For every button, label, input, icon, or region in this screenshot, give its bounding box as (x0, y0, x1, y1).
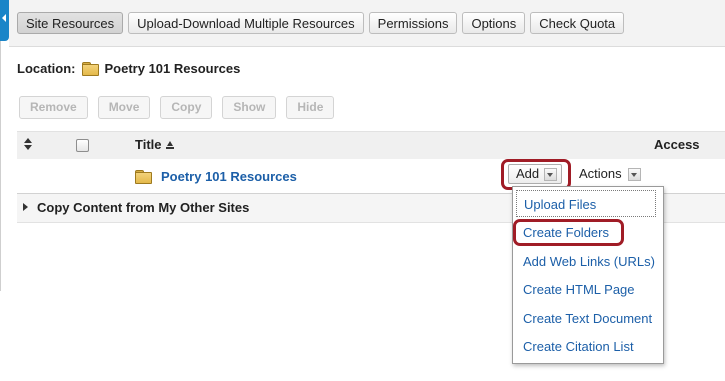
tab-options[interactable]: Options (462, 12, 526, 34)
menu-item-upload-files[interactable]: Upload Files (516, 190, 656, 217)
menu-item-create-html-page[interactable]: Create HTML Page (523, 282, 635, 297)
menu-item-create-citation-list[interactable]: Create Citation List (523, 339, 634, 354)
left-border (0, 41, 1, 291)
location-folder-name: Poetry 101 Resources (104, 61, 241, 76)
hide-button[interactable]: Hide (286, 96, 335, 119)
actions-label: Actions (579, 166, 622, 181)
tab-upload-download[interactable]: Upload-Download Multiple Resources (128, 12, 364, 34)
bulk-actions: Remove Move Copy Show Hide (19, 96, 335, 119)
collapse-sidebar-tab[interactable] (0, 0, 9, 41)
menu-item-create-text-document[interactable]: Create Text Document (523, 311, 652, 326)
expand-triangle-icon (23, 203, 28, 211)
location-breadcrumb: Location: Poetry 101 Resources (17, 61, 240, 76)
remove-button[interactable]: Remove (19, 96, 88, 119)
copy-button[interactable]: Copy (160, 96, 213, 119)
tab-check-quota[interactable]: Check Quota (530, 12, 625, 34)
create-folders-highlight (513, 219, 624, 246)
actions-button[interactable]: Actions (574, 164, 645, 184)
copy-content-label: Copy Content from My Other Sites (37, 200, 250, 215)
title-column-header[interactable]: Title (135, 137, 175, 152)
title-header-label: Title (135, 137, 162, 152)
move-button[interactable]: Move (97, 96, 151, 119)
menu-item-add-web-links[interactable]: Add Web Links (URLs) (523, 254, 655, 269)
folder-icon (135, 170, 152, 184)
folder-link[interactable]: Poetry 101 Resources (161, 169, 297, 184)
table-header: Title Access (17, 131, 725, 160)
select-all-checkbox[interactable] (76, 139, 89, 152)
sort-ascending-icon (165, 140, 175, 150)
folder-icon (81, 62, 99, 76)
tab-site-resources[interactable]: Site Resources (17, 12, 124, 34)
location-label: Location: (17, 61, 76, 76)
collapse-arrow-icon (2, 14, 6, 22)
tab-permissions[interactable]: Permissions (368, 12, 458, 34)
show-button[interactable]: Show (222, 96, 277, 119)
add-dropdown-menu: Upload Files Create Folders Add Web Link… (512, 186, 664, 364)
chevron-down-icon (627, 167, 641, 181)
sort-icon[interactable] (24, 138, 32, 150)
tool-tabs: Site Resources Upload-Download Multiple … (17, 12, 625, 34)
access-column-header: Access (654, 137, 700, 152)
